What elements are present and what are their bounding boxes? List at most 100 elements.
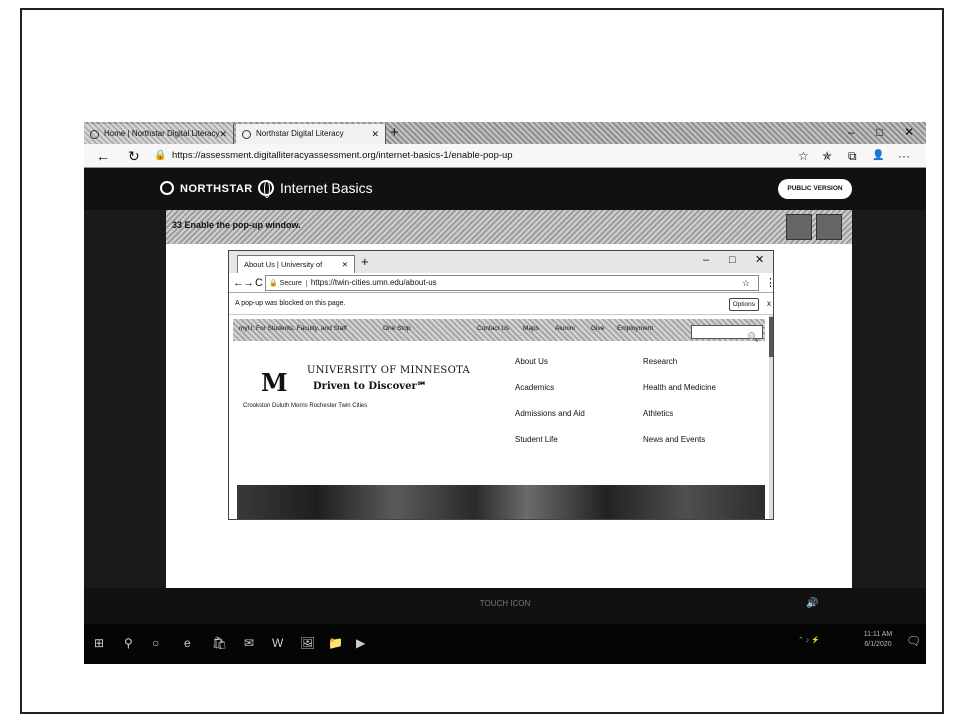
back-button[interactable]: ←	[96, 146, 110, 166]
umn-nav-academics[interactable]: Academics	[515, 383, 554, 392]
umn-nav-health[interactable]: Health and Medicine	[643, 383, 716, 392]
umn-link-maps[interactable]: Maps	[523, 325, 539, 332]
simulated-tab-strip: About Us | University of ✕ + – □ ✕	[229, 251, 773, 273]
umn-link-alumni[interactable]: Alumni	[555, 325, 575, 332]
simulated-star-icon[interactable]: ☆	[742, 276, 750, 290]
file-explorer-icon[interactable]: 📁	[328, 634, 343, 652]
simulated-tab-close-icon[interactable]: ✕	[342, 256, 348, 273]
simulated-menu-icon[interactable]: ⋮	[765, 274, 773, 292]
simulated-tab-label: About Us | University of	[244, 260, 323, 269]
footer-text: TOUCH ICON	[479, 599, 531, 608]
umn-webpage: myU: For Students, Faculty, and Staff On…	[229, 315, 773, 519]
search-icon[interactable]: 🔍	[748, 332, 759, 343]
simulated-maximize-button[interactable]: □	[729, 251, 736, 269]
collections-icon[interactable]: ⧉	[848, 147, 857, 165]
next-button[interactable]	[816, 214, 842, 240]
simulated-browser: About Us | University of ✕ + – □ ✕ ← → C…	[228, 250, 774, 520]
simulated-close-button[interactable]: ✕	[755, 251, 764, 269]
umn-nav-about-us[interactable]: About Us	[515, 357, 548, 366]
umn-tagline: Driven to Discover℠	[313, 381, 427, 392]
popup-blocked-message: A pop-up was blocked on this page.	[235, 300, 346, 307]
more-menu-icon[interactable]: ···	[898, 147, 910, 165]
close-window-button[interactable]: ✕	[904, 122, 914, 142]
replay-button[interactable]	[786, 214, 812, 240]
northstar-favicon-icon	[242, 130, 251, 139]
tab-label: Home | Northstar Digital Literacy	[104, 129, 220, 138]
word-icon[interactable]: W	[272, 634, 283, 652]
simulated-address-bar: ← → C 🔒 Secure https://twin-cities.umn.ed…	[229, 273, 773, 293]
simulated-url-text: https://twin-cities.umn.edu/about-us	[310, 278, 437, 287]
simulated-new-tab-button[interactable]: +	[361, 253, 369, 271]
umn-nav-admissions[interactable]: Admissions and Aid	[515, 409, 585, 418]
umn-nav-news[interactable]: News and Events	[643, 435, 705, 444]
question-text: 33 Enable the pop-up window.	[172, 220, 301, 230]
windows-taskbar: ⊞ ⚲ ○ e 🛍 ✉ W 🖼 📁 ▶ ⌃ ♪ ⚡ 11:11 AM 6/1/2…	[84, 624, 926, 664]
assessment-footer: TOUCH ICON 🔊	[84, 588, 926, 624]
tab-northstar-assessment[interactable]: Northstar Digital Literacy ✕	[236, 124, 386, 144]
umn-nav-student-life[interactable]: Student Life	[515, 435, 558, 444]
notifications-icon[interactable]: 🗨	[906, 634, 921, 648]
simulated-tab-about-us[interactable]: About Us | University of ✕	[237, 255, 355, 273]
secure-label: 🔒 Secure	[269, 280, 307, 287]
lock-icon: 🔒	[154, 150, 167, 161]
umn-wordmark: UNIVERSITY OF MINNESOTA	[307, 365, 471, 376]
browser-tab-strip: Home | Northstar Digital Literacy ✕ Nort…	[84, 122, 926, 144]
url-field[interactable]: https://assessment.digitalliteracyassess…	[172, 148, 513, 164]
brand-name: NORTHSTAR	[180, 183, 253, 195]
site-header: NORTHSTAR Internet Basics PUBLIC VERSION	[84, 168, 926, 210]
umn-block-m-logo: M	[261, 368, 288, 397]
popup-notice-close-icon[interactable]: x	[767, 295, 771, 313]
media-icon[interactable]: ▶	[356, 634, 365, 652]
assessment-stage: About Us | University of ✕ + – □ ✕ ← → C…	[166, 244, 852, 588]
umn-top-bar: myU: For Students, Faculty, and Staff On…	[233, 319, 765, 342]
taskbar-clock[interactable]: 11:11 AM 6/1/2020	[858, 630, 898, 650]
screenshot-window: Home | Northstar Digital Literacy ✕ Nort…	[84, 122, 926, 664]
umn-hero-photo	[237, 485, 765, 519]
mail-icon[interactable]: ✉	[244, 634, 254, 652]
umn-nav-athletics[interactable]: Athletics	[643, 409, 673, 418]
maximize-button[interactable]: □	[876, 122, 883, 142]
simulated-forward-button[interactable]: →	[243, 274, 254, 292]
favorite-star-icon[interactable]: ☆	[798, 147, 809, 165]
northstar-favicon-icon	[90, 130, 99, 139]
store-icon[interactable]: 🛍	[212, 634, 227, 652]
popup-options-button[interactable]: Options	[728, 298, 759, 311]
umn-link-myu[interactable]: myU: For Students, Faculty, and Staff	[239, 325, 347, 332]
scrollbar-thumb[interactable]	[769, 317, 773, 357]
favorites-icon[interactable]: ✯	[822, 147, 832, 165]
simulated-minimize-button[interactable]: –	[703, 251, 709, 269]
simulated-refresh-button[interactable]: C	[255, 274, 263, 292]
public-version-button[interactable]: PUBLIC VERSION	[778, 179, 852, 199]
clock-time: 11:11 AM	[863, 631, 893, 638]
tab-close-icon[interactable]: ✕	[371, 124, 379, 144]
profile-icon[interactable]: 👤	[872, 147, 884, 165]
system-tray-icons[interactable]: ⌃ ♪ ⚡	[798, 636, 820, 644]
umn-nav-research[interactable]: Research	[643, 357, 677, 366]
umn-link-give[interactable]: Give	[591, 325, 604, 332]
start-icon[interactable]: ⊞	[94, 634, 104, 652]
edge-icon[interactable]: e	[184, 634, 191, 652]
refresh-button[interactable]: ↻	[128, 146, 140, 166]
simulated-url-field[interactable]: 🔒 Secure https://twin-cities.umn.edu/abou…	[265, 275, 759, 291]
tab-northstar-home[interactable]: Home | Northstar Digital Literacy ✕	[84, 124, 234, 144]
tab-close-icon[interactable]: ✕	[219, 124, 227, 144]
umn-link-contact[interactable]: Contact Us	[477, 325, 509, 332]
minimize-button[interactable]: –	[848, 122, 855, 142]
tab-label: Northstar Digital Literacy	[256, 129, 344, 138]
globe-icon	[258, 180, 274, 198]
northstar-logo-icon	[160, 181, 174, 195]
umn-search-input[interactable]: 🔍	[691, 325, 763, 342]
question-bar: 33 Enable the pop-up window.	[166, 210, 852, 244]
document-frame: Home | Northstar Digital Literacy ✕ Nort…	[20, 8, 944, 714]
scrollbar[interactable]	[769, 315, 773, 519]
umn-link-one-stop[interactable]: One Stop	[383, 325, 410, 332]
photos-icon[interactable]: 🖼	[300, 634, 315, 652]
search-icon[interactable]: ⚲	[124, 634, 133, 652]
new-tab-button[interactable]: +	[390, 123, 399, 143]
cortana-icon[interactable]: ○	[152, 634, 159, 652]
clock-date: 6/1/2020	[864, 641, 892, 648]
volume-icon[interactable]: 🔊	[806, 598, 818, 609]
umn-campus-list[interactable]: Crookston Duluth Morris Rochester Twin C…	[243, 403, 367, 409]
popup-blocked-bar: A pop-up was blocked on this page. Optio…	[229, 295, 773, 315]
umn-link-employment[interactable]: Employment	[617, 325, 653, 332]
